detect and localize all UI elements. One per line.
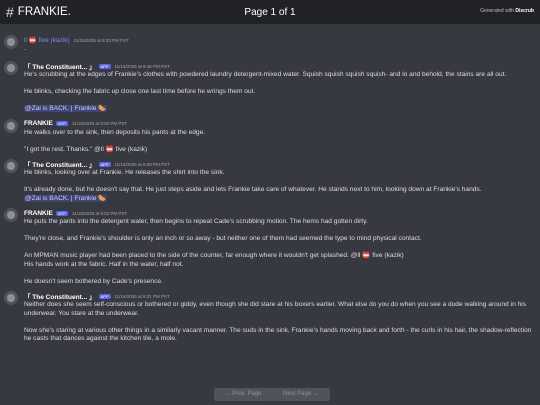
app-badge: APP [55,121,68,126]
message-line [24,137,534,146]
avatar[interactable] [4,118,18,133]
message-line: Neither does she seem self-conscious or … [24,301,527,317]
message-group: FRANKIE APP 11/16/2025 at 9:02 PM PST He p… [0,208,540,286]
message-line: He walks over to the sink, then deposits… [24,128,206,136]
message-line: He blinks, checking the fabric up close … [24,88,256,95]
generated-prefix: Generated with [480,8,516,14]
message-line [24,97,534,106]
prev-page-button[interactable]: ← Prev. Page [214,388,272,401]
message-timestamp: 11/16/2025 at 8:59 PM PST [114,161,170,167]
avatar[interactable] [4,291,18,305]
message-line: @Zai is BACK. | Frankie 🌭 [24,194,534,204]
message-line: He doesn't seem bothered by Cade's prese… [24,277,163,285]
next-page-button[interactable]: Next Page → [272,388,330,401]
message-line [24,178,534,187]
message-line: He's scrubbing at the edges of Frankie's… [24,71,507,78]
user-mention[interactable]: @Zai is BACK. | Frankie 🌭 [24,105,108,112]
message-line: . [24,45,26,52]
avatar[interactable] [4,61,18,75]
author-name[interactable]: 「 The Constituent... 」 [24,159,96,169]
pagination-bar: ← Prev. Page Next Page → [0,382,540,405]
message-line: "I got the rest. Thanks." @ll 📛 five (ka… [24,145,148,153]
user-mention[interactable]: @Zai is BACK. | Frankie 🌭 [24,194,108,202]
channel-name: FRANKIE. [17,6,71,18]
message-line: His hands work at the fabric. Half in th… [24,260,184,268]
message-timestamp: 11/16/2025 at 8:33 PM PST [73,37,129,43]
message-group: 「 The Constituent... 」 APP 11/16/2025 at 8… [0,159,540,203]
app-badge: APP [98,63,111,69]
app-badge: APP [98,293,111,299]
message-line: He puts the pants into the detergent wat… [24,218,368,225]
message-list[interactable]: ll 📛 five (kazik) 11/16/2025 at 8:33 PM P… [0,24,540,382]
message-timestamp: 11/16/2025 at 8:50 PM PST [71,121,128,126]
generated-with: Generated with Discrub [480,8,534,14]
message-line [24,244,534,253]
message-line: @Zai is BACK. | Frankie 🌭 [24,105,534,114]
message-group: FRANKIE APP 11/16/2025 at 8:50 PM PST He w… [0,118,540,155]
message-line [24,227,534,236]
generator-brand: Discrub [515,8,534,14]
message-line: He blinks, looking over at Frankie. He r… [24,169,225,176]
avatar[interactable] [4,208,18,222]
channel-header: # FRANKIE. [0,0,540,24]
app-badge: APP [98,161,111,167]
avatar[interactable] [4,159,18,173]
author-name[interactable]: ll 📛 five (kazik) [24,36,70,44]
author-name[interactable]: 「 The Constituent... 」 [24,291,96,301]
message-timestamp: 11/16/2025 at 9:02 PM PST [71,210,128,216]
message-group: ll 📛 five (kazik) 11/16/2025 at 8:33 PM P… [0,35,540,53]
message-line: Now she's staring at various other thing… [24,326,532,343]
author-name[interactable]: FRANKIE [24,120,53,127]
message-line [24,80,534,89]
avatar[interactable] [4,35,18,49]
message-line [24,318,534,327]
message-line: It's already done, but he doesn't say th… [24,186,482,193]
author-name[interactable]: FRANKIE [24,210,53,217]
message-line: They're close, and Frankie's shoulder is… [24,235,422,242]
message-timestamp: 11/16/2025 at 9:31 PM PST [114,293,170,299]
message-line: An MPMAN music player had been placed to… [24,252,404,259]
message-group: 「 The Constituent... 」 APP 11/16/2025 at 9… [0,291,540,344]
message-timestamp: 11/16/2025 at 8:46 PM PST [114,63,170,69]
message-line [24,269,534,278]
message-group: 「 The Constituent... 」 APP 11/16/2025 at 8… [0,61,540,114]
hash-icon: # [6,4,14,20]
app-badge: APP [55,210,68,216]
author-name[interactable]: 「 The Constituent... 」 [24,61,96,71]
